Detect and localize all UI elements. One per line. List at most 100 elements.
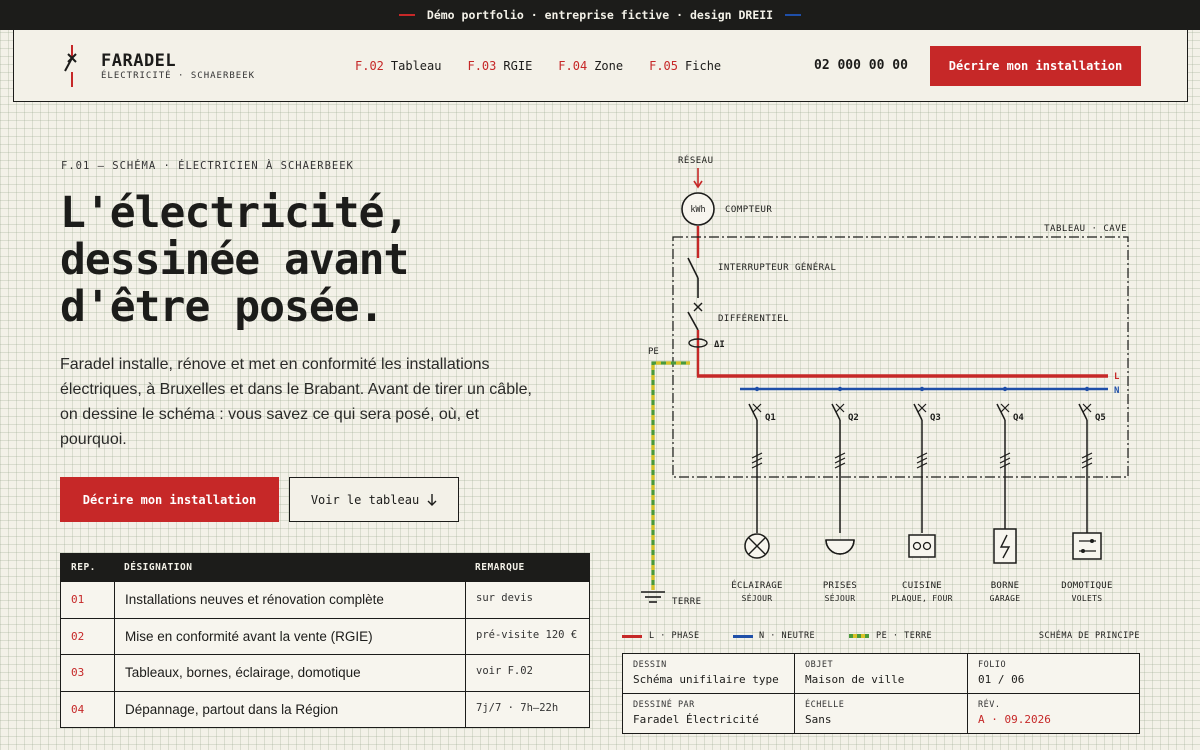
tb-echelle: ÉCHELLE Sans: [795, 694, 854, 732]
wiring-diagram: RÉSEAU kWh COMPTEUR TABLEAU · CAVE INTER…: [641, 154, 1129, 607]
tb-objet-value: Maison de ville: [805, 673, 905, 686]
nav-item-rgie[interactable]: F.03 RGIE: [467, 59, 532, 73]
breaker-label: Q5: [1095, 413, 1106, 423]
blue-dash: [785, 14, 802, 16]
hero-lede: Faradel installe, rénove et met en confo…: [60, 356, 532, 448]
circuit-name: BORNE: [991, 581, 1020, 591]
phase-label: L: [1114, 372, 1120, 382]
row-remarque: 7j/7 · 7h–22h: [465, 691, 589, 727]
charger-icon: [993, 528, 1017, 564]
meter-label: COMPTEUR: [725, 205, 772, 215]
breaker-label: Q3: [930, 413, 941, 423]
tb-folio-value: 01 / 06: [978, 673, 1025, 686]
circuit-name: PRISES: [823, 581, 857, 591]
nav-item-tableau[interactable]: F.02 Tableau: [355, 59, 441, 73]
row-remarque: pré-visite 120 €: [465, 618, 589, 654]
title-block: DESSIN Schéma unifilaire type OBJET Mais…: [622, 653, 1140, 734]
view-panel-button[interactable]: Voir le tableau: [289, 477, 459, 522]
tb-objet: OBJET Maison de ville: [795, 654, 914, 692]
circuit-location: SÉJOUR: [742, 592, 773, 603]
site-header: FARADEL ÉLECTRICITÉ · SCHAERBEEK F.02 Tab…: [13, 30, 1188, 102]
differential-switch-icon: [687, 311, 699, 331]
col-remarque: REMARQUE: [475, 562, 525, 573]
tb-rev: RÉV. A · 09.2026: [968, 694, 1061, 732]
legend-caption: SCHÉMA DE PRINCIPE: [1038, 631, 1140, 641]
banner-text: Démo portfolio · entreprise fictive · de…: [426, 8, 774, 22]
arrow-down-icon: [427, 493, 437, 506]
col-rep: REP.: [71, 562, 96, 573]
view-panel-label: Voir le tableau: [310, 492, 420, 507]
legend-earth-label: PE · TERRE: [876, 631, 933, 641]
neutral-tap-dot: [837, 386, 843, 392]
legend-phase-swatch: [622, 635, 642, 638]
row-remarque: sur devis: [465, 582, 589, 618]
switch-logo-icon[interactable]: [62, 45, 84, 87]
breaker-label: Q4: [1013, 413, 1024, 423]
legend-earth-swatch: [849, 634, 869, 638]
circuit-name: CUISINE: [902, 581, 942, 591]
table-row: 03 Tableaux, bornes, éclairage, domotiqu…: [61, 654, 589, 691]
legend-neutral-label: N · NEUTRE: [759, 631, 816, 641]
circuit-name: ÉCLAIRAGE: [731, 579, 782, 591]
table-header: REP. DÉSIGNATION REMARQUE: [61, 554, 589, 581]
circuit-location: PLAQUE, FOUR: [891, 594, 952, 603]
tb-echelle-key: ÉCHELLE: [805, 700, 845, 710]
differential-label: DIFFÉRENTIEL: [718, 312, 789, 324]
demo-banner: Démo portfolio · entreprise fictive · de…: [0, 0, 1200, 30]
tb-folio: FOLIO 01 / 06: [968, 654, 1034, 692]
table-row: 02 Mise en conformité avant la vente (RG…: [61, 617, 589, 654]
neutral-tap-dot: [1084, 386, 1090, 392]
row-designation: Installations neuves et rénovation compl…: [114, 582, 465, 618]
panel-enclosure: [672, 236, 1129, 478]
meter-text: kWh: [690, 205, 705, 215]
brand-name[interactable]: FARADEL: [101, 51, 176, 71]
circuit-location: GARAGE: [990, 594, 1021, 603]
main-switch-label: INTERRUPTEUR GÉNÉRAL: [718, 261, 836, 273]
tb-par-value: Faradel Électricité: [633, 713, 759, 726]
panel-label: TABLEAU · CAVE: [1044, 224, 1127, 234]
header-cta-button[interactable]: Décrire mon installation: [930, 46, 1141, 86]
table-row: 04 Dépannage, partout dans la Région 7j/…: [61, 690, 589, 727]
reseau-label: RÉSEAU: [678, 154, 714, 166]
circuit-name: DOMOTIQUE: [1061, 581, 1112, 591]
tb-rev-value: A · 09.2026: [978, 713, 1051, 726]
tb-par-key: DESSINÉ PAR: [633, 700, 695, 710]
nav-item-zone[interactable]: F.04 Zone: [558, 59, 623, 73]
row-designation: Mise en conformité avant la vente (RGIE): [114, 618, 465, 654]
row-rep: 04: [71, 702, 85, 716]
tb-rev-key: RÉV.: [978, 700, 1001, 710]
neutral-tap-dot: [754, 386, 760, 392]
row-rep: 03: [71, 666, 85, 680]
circuit-location: VOLETS: [1072, 594, 1103, 603]
tb-folio-key: FOLIO: [978, 660, 1007, 670]
automation-dot: [1090, 539, 1094, 543]
main-nav: F.02 Tableau F.03 RGIE F.04 Zone F.05 Fiche: [355, 59, 721, 73]
neutral-tap-dot: [1002, 386, 1008, 392]
nav-item-fiche[interactable]: F.05 Fiche: [649, 59, 721, 73]
tb-objet-key: OBJET: [805, 660, 834, 670]
tb-echelle-value: Sans: [805, 713, 832, 726]
legend-neutral-swatch: [733, 635, 753, 638]
tb-dessin: DESSIN Schéma unifilaire type: [623, 654, 789, 692]
breaker-label: Q2: [848, 413, 859, 423]
legend-phase-label: L · PHASE: [649, 631, 700, 641]
neutral-tap-dot: [919, 386, 925, 392]
brand-subtitle: ÉLECTRICITÉ · SCHAERBEEK: [101, 71, 256, 81]
legend: L · PHASE N · NEUTRE PE · TERRE SCHÉMA D…: [622, 630, 1140, 644]
pe-label: PE: [648, 347, 659, 357]
row-designation: Tableaux, bornes, éclairage, domotique: [114, 655, 465, 691]
tb-dessin-value: Schéma unifilaire type: [633, 673, 779, 686]
main-switch-icon: [687, 257, 699, 279]
col-designation: DÉSIGNATION: [124, 562, 193, 573]
phone-link[interactable]: 02 000 00 00: [814, 58, 908, 73]
circuits-group: Q1ÉCLAIRAGESÉJOURQ2PRISESSÉJOURQ3CUISINE…: [731, 386, 1112, 603]
describe-installation-button[interactable]: Décrire mon installation: [60, 477, 279, 522]
delta-label: ΔI: [714, 340, 725, 350]
services-table: REP. DÉSIGNATION REMARQUE 01 Installatio…: [60, 553, 590, 728]
row-remarque: voir F.02: [465, 655, 589, 691]
neutral-label: N: [1114, 386, 1119, 396]
table-row: 01 Installations neuves et rénovation co…: [61, 581, 589, 618]
circuit-location: SÉJOUR: [825, 592, 856, 603]
earth-label: TERRE: [672, 597, 702, 607]
row-rep: 01: [71, 593, 85, 607]
